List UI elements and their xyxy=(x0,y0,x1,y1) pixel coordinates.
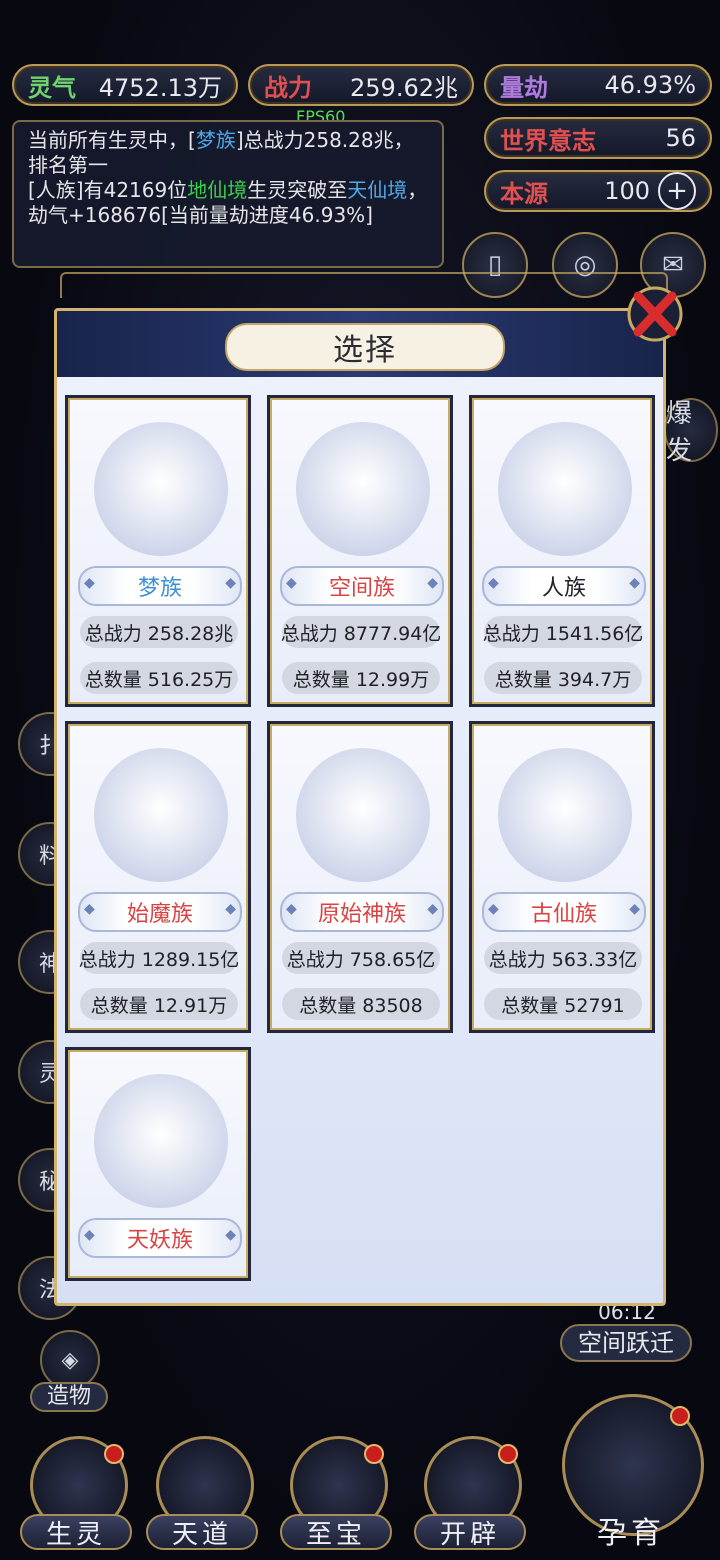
race-portrait xyxy=(296,422,430,556)
nav-zhibao[interactable]: 至宝 xyxy=(280,1436,392,1554)
notification-dot xyxy=(498,1444,518,1464)
race-select-modal: 选择 梦族总战力 258.28兆总数量 516.25万空间族总战力 8777.9… xyxy=(54,308,666,1306)
liangjie-label: 量劫 xyxy=(500,73,548,102)
race-card[interactable]: 空间族总战力 8777.94亿总数量 12.99万 xyxy=(267,395,453,707)
zhanli-stat: 战力 259.62兆 xyxy=(248,64,474,106)
race-power: 总战力 1541.56亿 xyxy=(483,616,643,648)
modal-title: 选择 xyxy=(225,323,505,371)
modal-decorative-frame xyxy=(60,272,668,298)
race-count: 总数量 516.25万 xyxy=(80,662,238,694)
race-card[interactable]: 古仙族总战力 563.33亿总数量 52791 xyxy=(469,721,655,1033)
race-count: 总数量 12.91万 xyxy=(80,988,238,1020)
race-name: 空间族 xyxy=(280,566,444,606)
race-portrait xyxy=(296,748,430,882)
race-count: 总数量 394.7万 xyxy=(484,662,642,694)
race-card[interactable]: 梦族总战力 258.28兆总数量 516.25万 xyxy=(65,395,251,707)
benyuan-value: 100 xyxy=(604,177,650,205)
nav-yunyu[interactable]: 孕育 xyxy=(556,1394,706,1554)
benyuan-label: 本源 xyxy=(500,179,548,208)
race-power: 总战力 8777.94亿 xyxy=(281,616,441,648)
race-portrait xyxy=(94,748,228,882)
race-name: 原始神族 xyxy=(280,892,444,932)
notification-dot xyxy=(364,1444,384,1464)
close-icon[interactable] xyxy=(624,282,686,346)
zhanli-value: 259.62兆 xyxy=(350,73,458,102)
zhanli-label: 战力 xyxy=(264,73,312,102)
race-power: 总战力 563.33亿 xyxy=(484,942,642,974)
kongjian-button[interactable]: 06:12 空间跃迁 xyxy=(560,1300,692,1366)
liangjie-value: 46.93% xyxy=(604,71,696,99)
race-portrait xyxy=(498,748,632,882)
nav-zhibao-label: 至宝 xyxy=(280,1514,392,1550)
race-count: 总数量 83508 xyxy=(282,988,440,1020)
liangjie-stat: 量劫 46.93% xyxy=(484,64,712,106)
benyuan-stat: 本源 100 + xyxy=(484,170,712,212)
kongjian-label: 空间跃迁 xyxy=(560,1324,692,1362)
race-name: 古仙族 xyxy=(482,892,646,932)
nav-shengling[interactable]: 生灵 xyxy=(20,1436,132,1554)
log-line-1: 当前所有生灵中，[梦族]总战力258.28兆，排名第一 xyxy=(28,128,414,177)
race-power: 总战力 1289.15亿 xyxy=(79,942,239,974)
shijie-stat: 世界意志 56 xyxy=(484,117,712,159)
race-card[interactable]: 人族总战力 1541.56亿总数量 394.7万 xyxy=(469,395,655,707)
lingqi-stat: 灵气 4752.13万 xyxy=(12,64,238,106)
race-count: 总数量 12.99万 xyxy=(282,662,440,694)
notification-dot xyxy=(670,1406,690,1426)
race-portrait xyxy=(498,422,632,556)
race-card[interactable]: 原始神族总战力 758.65亿总数量 83508 xyxy=(267,721,453,1033)
race-name: 天妖族 xyxy=(78,1218,242,1258)
race-card[interactable]: 始魔族总战力 1289.15亿总数量 12.91万 xyxy=(65,721,251,1033)
nav-shengling-label: 生灵 xyxy=(20,1514,132,1550)
plus-icon[interactable]: + xyxy=(658,172,696,210)
race-portrait xyxy=(94,422,228,556)
modal-header: 选择 xyxy=(57,311,663,377)
lingqi-value: 4752.13万 xyxy=(98,73,222,102)
race-portrait xyxy=(94,1074,228,1208)
nav-kaipi[interactable]: 开辟 xyxy=(414,1436,526,1554)
baofa-button[interactable]: 爆发 xyxy=(664,398,718,466)
nav-tiandao-label: 天道 xyxy=(146,1514,258,1550)
lingqi-label: 灵气 xyxy=(28,73,76,102)
nav-yunyu-label: 孕育 xyxy=(597,1516,665,1551)
race-name: 人族 xyxy=(482,566,646,606)
race-card[interactable]: 天妖族 xyxy=(65,1047,251,1281)
race-name: 梦族 xyxy=(78,566,242,606)
notification-dot xyxy=(104,1444,124,1464)
message-log: 当前所有生灵中，[梦族]总战力258.28兆，排名第一 [人族]有42169位地… xyxy=(12,120,444,268)
shijie-value: 56 xyxy=(665,124,696,152)
zaowu-label: 造物 xyxy=(30,1382,108,1412)
race-count: 总数量 52791 xyxy=(484,988,642,1020)
log-line-2: [人族]有42169位地仙境生灵突破至天仙境，劫气+168676[当前量劫进度4… xyxy=(28,178,428,227)
nav-tiandao[interactable]: 天道 xyxy=(146,1436,258,1554)
race-name: 始魔族 xyxy=(78,892,242,932)
zaowu-icon: ◈ xyxy=(40,1330,100,1390)
race-power: 总战力 758.65亿 xyxy=(282,942,440,974)
zaowu-button[interactable]: ◈ 造物 xyxy=(30,1330,108,1412)
shijie-label: 世界意志 xyxy=(500,126,596,155)
race-power: 总战力 258.28兆 xyxy=(80,616,238,648)
nav-kaipi-label: 开辟 xyxy=(414,1514,526,1550)
